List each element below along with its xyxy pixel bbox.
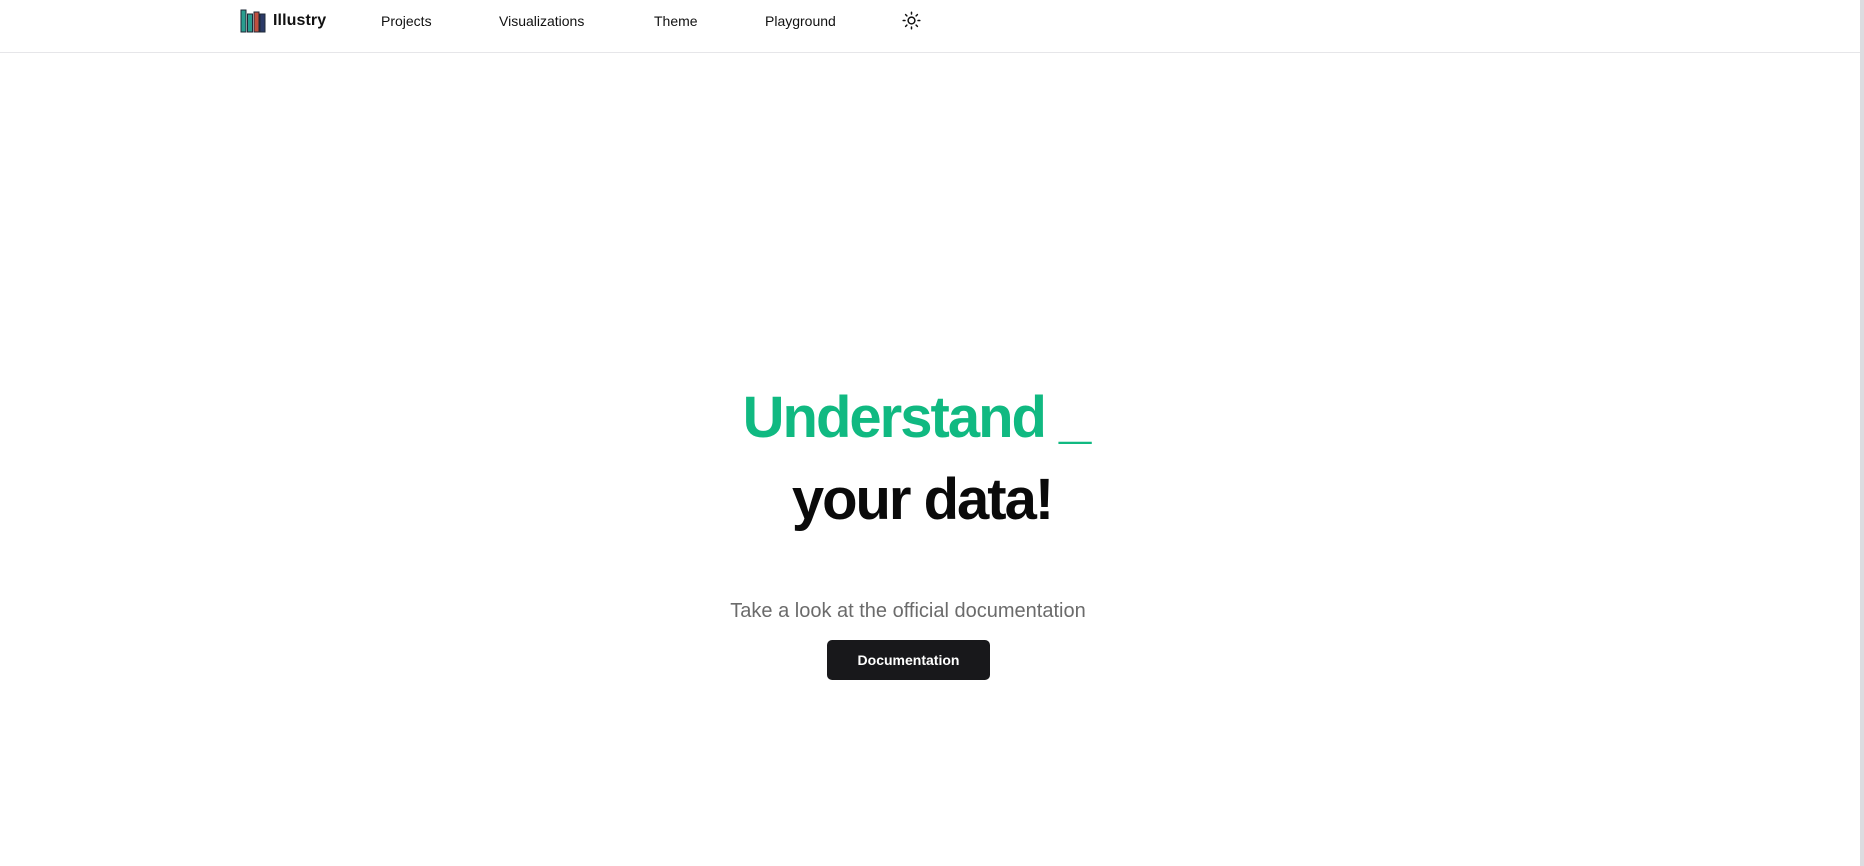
nav-projects[interactable]: Projects <box>381 12 432 30</box>
nav-playground[interactable]: Playground <box>765 12 836 30</box>
nav-visualizations[interactable]: Visualizations <box>499 12 584 30</box>
page: Illustry Projects Visualizations Theme P… <box>0 0 1864 866</box>
nav-theme[interactable]: Theme <box>654 12 698 30</box>
vertical-scrollbar[interactable] <box>1860 0 1864 866</box>
sun-icon <box>902 11 921 30</box>
scrollbar-thumb[interactable] <box>1860 0 1864 866</box>
theme-toggle-button[interactable] <box>902 11 921 30</box>
hero-subtitle: Take a look at the official documentatio… <box>730 600 1086 622</box>
hero-headline-main: your data! <box>791 467 1054 532</box>
hero-headline-accent: Understand _ <box>742 385 1092 450</box>
documentation-button[interactable]: Documentation <box>827 640 990 680</box>
top-navbar: Illustry Projects Visualizations Theme P… <box>0 0 1860 53</box>
brand-name: Illustry <box>273 12 327 29</box>
brand-logo-link[interactable]: Illustry <box>240 9 326 33</box>
bookshelf-logo-icon <box>240 9 266 33</box>
